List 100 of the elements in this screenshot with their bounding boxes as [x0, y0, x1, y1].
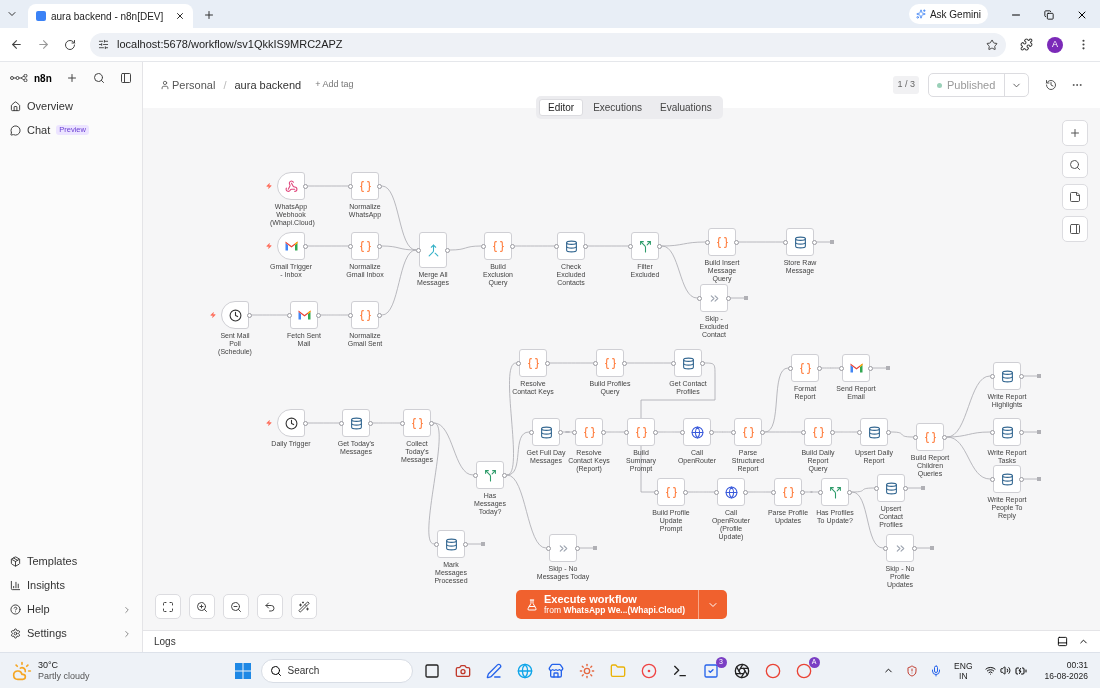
output-stub[interactable]: [1023, 477, 1041, 481]
workflow-node[interactable]: [277, 172, 305, 200]
output-handle[interactable]: [575, 545, 580, 551]
input-handle[interactable]: [287, 312, 292, 318]
input-handle[interactable]: [680, 429, 685, 435]
wifi-icon[interactable]: [984, 665, 996, 676]
output-handle[interactable]: [303, 420, 308, 426]
workflow-node[interactable]: [993, 418, 1021, 446]
output-stub[interactable]: [1023, 430, 1041, 434]
output-handle[interactable]: [726, 295, 731, 301]
ask-gemini-button[interactable]: Ask Gemini: [908, 4, 988, 24]
taskbar-search-field[interactable]: Search: [260, 658, 413, 683]
zoom-out-button[interactable]: [223, 594, 249, 619]
workflow-node[interactable]: [484, 232, 512, 260]
input-handle[interactable]: [624, 429, 629, 435]
output-handle[interactable]: [1019, 476, 1024, 482]
workflow-node[interactable]: [993, 362, 1021, 390]
output-handle[interactable]: [800, 489, 805, 495]
start-icon[interactable]: [234, 662, 251, 679]
input-handle[interactable]: [913, 434, 918, 440]
workflow-node[interactable]: [351, 172, 379, 200]
input-handle[interactable]: [714, 489, 719, 495]
workflow-node[interactable]: [683, 418, 711, 446]
output-handle[interactable]: [1019, 429, 1024, 435]
input-handle[interactable]: [771, 489, 776, 495]
output-handle[interactable]: [886, 429, 891, 435]
security-icon[interactable]: [906, 664, 919, 677]
workflow-node[interactable]: [437, 530, 465, 558]
output-stub[interactable]: [730, 296, 748, 300]
output-stub[interactable]: [467, 542, 485, 546]
output-handle[interactable]: [812, 239, 817, 245]
workflow-node[interactable]: [221, 301, 249, 329]
input-handle[interactable]: [554, 243, 559, 249]
workflow-node[interactable]: [549, 534, 577, 562]
workflow-node[interactable]: [631, 232, 659, 260]
input-handle[interactable]: [990, 373, 995, 379]
workflow-node[interactable]: [532, 418, 560, 446]
workflow-node[interactable]: [596, 349, 624, 377]
workflow-name[interactable]: aura backend: [234, 76, 302, 94]
workflow-node[interactable]: [804, 418, 832, 446]
output-stub[interactable]: [872, 366, 890, 370]
region-indicator[interactable]: IN: [959, 670, 968, 681]
input-handle[interactable]: [529, 429, 534, 435]
output-handle[interactable]: [377, 243, 382, 249]
output-handle[interactable]: [817, 365, 822, 371]
output-stub[interactable]: [1023, 374, 1041, 378]
volume-icon[interactable]: [999, 665, 1011, 676]
input-handle[interactable]: [481, 243, 486, 249]
input-handle[interactable]: [783, 239, 788, 245]
workflow-node[interactable]: [734, 418, 762, 446]
project-link[interactable]: Personal: [160, 76, 216, 94]
output-handle[interactable]: [868, 365, 873, 371]
address-bar[interactable]: localhost:5678/workflow/sv1QkkIS9MRC2APZ: [90, 32, 1006, 57]
input-handle[interactable]: [883, 545, 888, 551]
taskbar-app[interactable]: [732, 661, 751, 680]
output-handle[interactable]: [510, 243, 515, 249]
output-stub[interactable]: [907, 486, 925, 490]
new-tab-icon[interactable]: [203, 9, 215, 21]
sidebar-item[interactable]: Help: [8, 600, 134, 619]
bookmark-icon[interactable]: [986, 38, 998, 51]
output-handle[interactable]: [445, 247, 450, 253]
output-handle[interactable]: [709, 429, 714, 435]
output-handle[interactable]: [657, 243, 662, 249]
workflow-node[interactable]: [657, 478, 685, 506]
input-handle[interactable]: [990, 429, 995, 435]
workflow-node[interactable]: [351, 301, 379, 329]
output-handle[interactable]: [368, 420, 373, 426]
profile-avatar[interactable]: A: [1047, 36, 1063, 53]
workflow-node[interactable]: [403, 409, 431, 437]
output-handle[interactable]: [903, 485, 908, 491]
zoom-in-button[interactable]: [189, 594, 215, 619]
input-handle[interactable]: [348, 183, 353, 189]
workflow-node[interactable]: [717, 478, 745, 506]
workflow-node[interactable]: [575, 418, 603, 446]
clock-date[interactable]: 16-08-2026: [1044, 670, 1088, 682]
panel-toggle-button[interactable]: [1062, 216, 1088, 242]
output-handle[interactable]: [558, 429, 563, 435]
workflow-node[interactable]: [860, 418, 888, 446]
back-icon[interactable]: [10, 38, 23, 51]
workflow-node[interactable]: [774, 478, 802, 506]
close-window-icon[interactable]: [1076, 9, 1088, 21]
workflow-node[interactable]: [993, 465, 1021, 493]
execute-options-button[interactable]: [698, 590, 727, 619]
output-handle[interactable]: [653, 429, 658, 435]
workflow-node[interactable]: [821, 478, 849, 506]
view-tab[interactable]: Editor: [539, 99, 584, 116]
output-handle[interactable]: [683, 489, 688, 495]
output-stub[interactable]: [816, 240, 834, 244]
sidebar-item[interactable]: Overview: [8, 96, 134, 116]
workflow-node[interactable]: [886, 534, 914, 562]
panel-icon[interactable]: [1057, 636, 1068, 647]
output-stub[interactable]: [579, 546, 597, 550]
workflow-node[interactable]: [627, 418, 655, 446]
workflow-node[interactable]: [290, 301, 318, 329]
output-handle[interactable]: [502, 472, 507, 478]
output-handle[interactable]: [830, 429, 835, 435]
output-handle[interactable]: [912, 545, 917, 551]
input-handle[interactable]: [818, 489, 823, 495]
workflow-node[interactable]: [419, 232, 447, 268]
output-stub[interactable]: [916, 546, 934, 550]
